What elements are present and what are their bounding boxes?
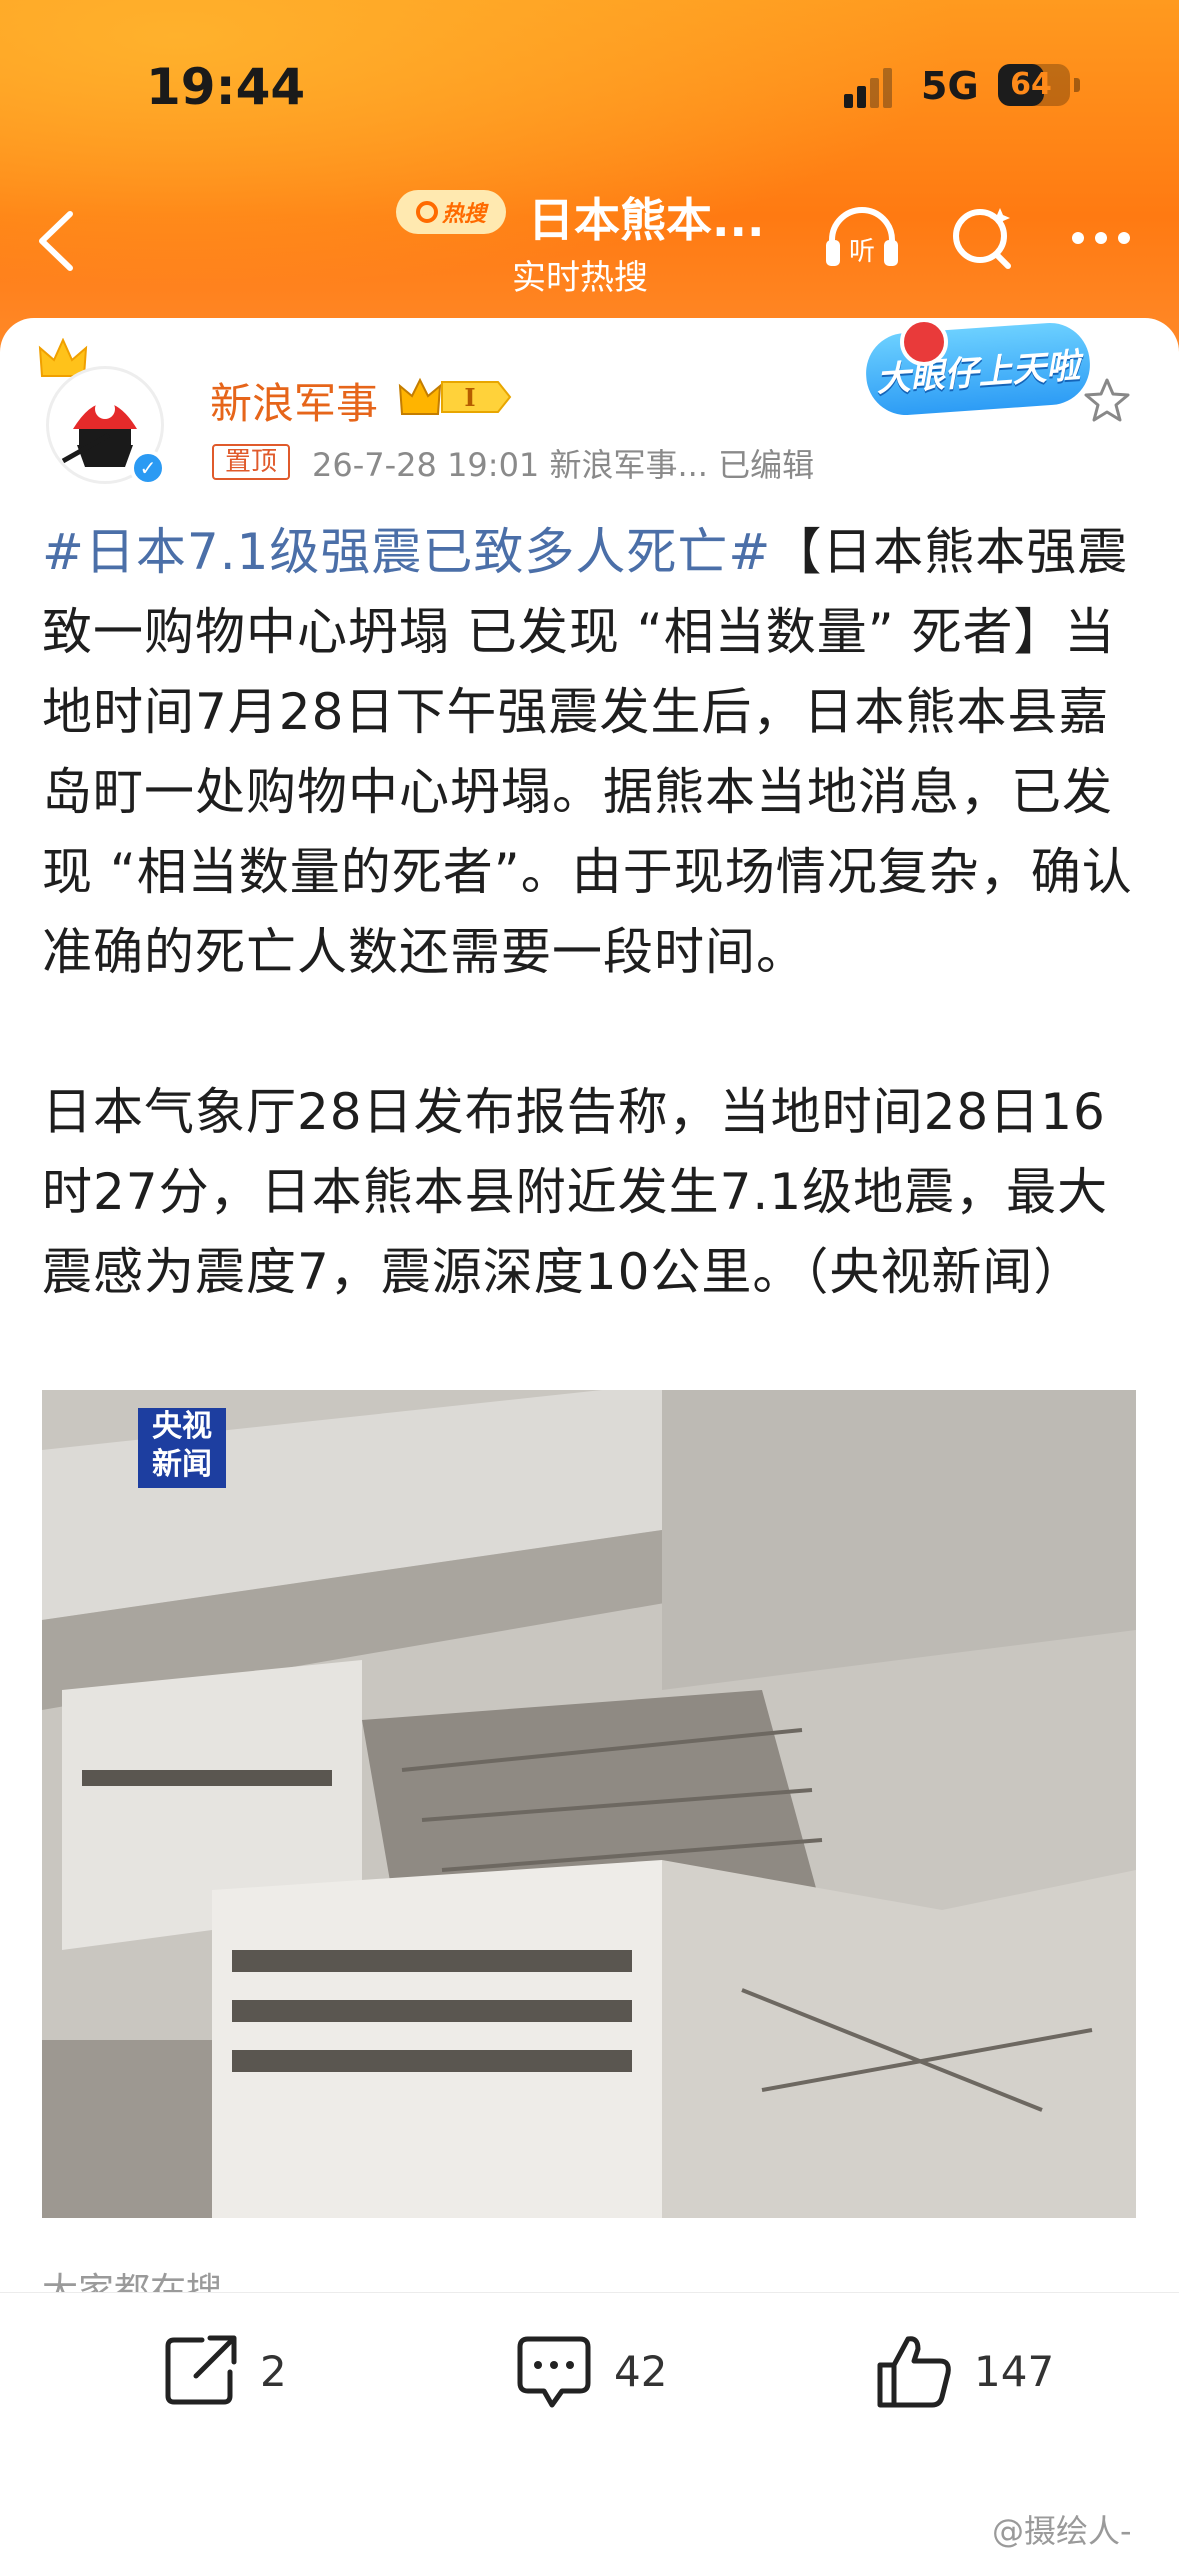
post-paragraph-2: 日本气象厅28日发布报告称，当地时间28日16时27分，日本熊本县附近发生7.1…	[42, 1083, 1109, 1301]
repost-button[interactable]: 2	[162, 2326, 287, 2416]
post-meta: 26-7-28 19:01 新浪军事... 已编辑	[312, 446, 815, 484]
repost-count: 2	[260, 2346, 287, 2396]
network-label: 5G	[921, 64, 979, 108]
listen-icon: 听	[826, 207, 898, 267]
author-avatar[interactable]: ✓	[38, 338, 168, 488]
sticker-mascot-icon	[900, 318, 948, 366]
watermark: @摄绘人-	[992, 2512, 1132, 2550]
sticker-badge: 大眼仔上天啦	[863, 320, 1093, 418]
back-icon	[39, 211, 73, 271]
search-button[interactable]	[948, 202, 1018, 276]
pinned-tag: 置顶	[212, 444, 290, 480]
battery-icon: 64	[998, 64, 1070, 106]
post-paragraph-1: #日本7.1级强震已致多人死亡#【日本熊本强震致一购物中心坍塌 已发现 “相当数…	[42, 512, 1142, 992]
vip-level-icon: I	[398, 377, 512, 415]
collapsed-building-photo	[42, 1390, 1136, 2218]
thumbs-up-icon	[877, 2336, 951, 2408]
verified-badge-icon: ✓	[130, 450, 166, 486]
cctv-news-logo: 央视 新闻	[138, 1408, 226, 1488]
search-small-icon	[415, 201, 438, 223]
post-body: #日本7.1级强震已致多人死亡#【日本熊本强震致一购物中心坍塌 已发现 “相当数…	[42, 512, 1142, 1312]
post-image[interactable]: 央视 新闻	[42, 1390, 1136, 2218]
star-icon	[1084, 378, 1130, 422]
paragraph-1-text: 【日本熊本强震致一购物中心坍塌 已发现 “相当数量” 死者】当地时间7月28日下…	[42, 523, 1133, 981]
app-header: 19:44 5G 64 热搜 日本熊本... 实时热搜 听	[0, 0, 1179, 360]
svg-text:听: 听	[849, 237, 875, 267]
comment-icon	[517, 2336, 591, 2408]
listen-button[interactable]: 听	[822, 202, 902, 276]
page-title: 日本熊本...	[528, 193, 765, 247]
comment-count: 42	[614, 2346, 668, 2396]
battery-level: 64	[1010, 67, 1052, 102]
like-button[interactable]: 147	[874, 2326, 1054, 2416]
favorite-button[interactable]	[1082, 376, 1132, 430]
hot-badge-label: 热搜	[441, 202, 486, 227]
level-badge: I	[398, 374, 514, 424]
battery-tip	[1074, 78, 1080, 92]
page-subtitle: 实时热搜	[512, 258, 648, 298]
like-count: 147	[974, 2346, 1055, 2396]
more-icon	[1072, 232, 1130, 244]
search-icon	[953, 208, 1011, 269]
svg-text:I: I	[464, 383, 475, 412]
status-time: 19:44	[146, 58, 306, 116]
hashtag-link[interactable]: #日本7.1级强震已致多人死亡#	[42, 523, 771, 581]
more-button[interactable]	[1066, 202, 1136, 276]
share-icon	[165, 2335, 237, 2405]
hot-search-badge: 热搜	[396, 190, 506, 234]
back-button[interactable]	[28, 206, 88, 276]
signal-icon	[844, 68, 896, 108]
comment-button[interactable]: 42	[514, 2326, 667, 2416]
author-name[interactable]: 新浪军事	[210, 370, 378, 431]
